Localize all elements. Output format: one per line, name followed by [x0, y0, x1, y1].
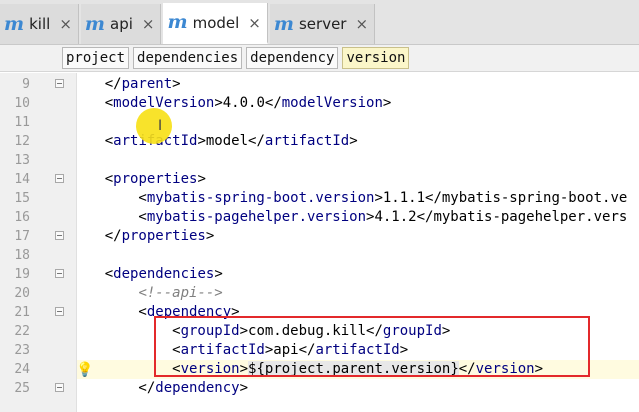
close-icon[interactable]: × — [59, 15, 72, 33]
code-line[interactable]: 11 — [0, 113, 639, 132]
tab-label: api — [110, 15, 133, 33]
breadcrumb-item-version[interactable]: version — [342, 47, 410, 69]
line-number: 11 — [14, 115, 30, 130]
tab-label: model — [192, 13, 240, 32]
code-line[interactable]: 13 — [0, 151, 639, 170]
line-number: 20 — [14, 286, 30, 301]
line-number: 22 — [14, 324, 30, 339]
code-line[interactable]: 12 <artifactId>model</artifactId> — [0, 132, 639, 151]
code-line[interactable]: 19 <dependencies> — [0, 265, 639, 284]
fold-toggle-icon[interactable] — [55, 307, 64, 316]
close-icon[interactable]: × — [142, 15, 155, 33]
code-text: <modelVersion>4.0.0</modelVersion> — [71, 95, 392, 111]
code-text: <dependencies> — [71, 266, 223, 282]
code-text: <mybatis-pagehelper.version>4.1.2</mybat… — [71, 209, 628, 225]
code-line[interactable]: 18 — [0, 246, 639, 265]
breadcrumb-item-project[interactable]: project — [62, 47, 130, 69]
tab-label: server — [298, 15, 347, 33]
line-number: 19 — [14, 267, 30, 282]
maven-file-icon: m — [167, 11, 188, 33]
code-line[interactable]: 9 </parent> — [0, 75, 639, 94]
breadcrumb-item-dependency[interactable]: dependency — [246, 47, 339, 69]
maven-file-icon: m — [273, 12, 294, 35]
maven-file-icon: m — [4, 12, 25, 35]
line-number: 15 — [14, 191, 30, 206]
line-number: 24 — [14, 362, 30, 377]
code-line-background — [77, 246, 639, 265]
code-line[interactable]: 25 </dependency> — [0, 379, 639, 398]
line-number: 21 — [14, 305, 30, 320]
line-number: 13 — [14, 153, 30, 168]
line-number: 14 — [14, 172, 30, 187]
fold-toggle-icon[interactable] — [55, 79, 64, 88]
tab-api[interactable]: m api × — [80, 4, 162, 44]
code-text: </properties> — [71, 228, 215, 244]
text-cursor-icon: I — [158, 118, 163, 134]
line-number: 18 — [14, 248, 30, 263]
line-number: 25 — [14, 381, 30, 396]
code-line[interactable]: 20 <!--api--> — [0, 284, 639, 303]
close-icon[interactable]: × — [355, 15, 368, 33]
code-line[interactable]: 10 <modelVersion>4.0.0</modelVersion> — [0, 94, 639, 113]
code-line[interactable]: 16 <mybatis-pagehelper.version>4.1.2</my… — [0, 208, 639, 227]
code-text: <artifactId>model</artifactId> — [71, 133, 358, 149]
line-number: 10 — [14, 96, 30, 111]
code-editor[interactable]: 9 </parent> 10 <modelVersion>4.0.0</model… — [0, 73, 639, 412]
maven-file-icon: m — [84, 12, 105, 35]
tab-kill[interactable]: m kill × — [0, 4, 79, 44]
code-line[interactable]: 14 <properties> — [0, 170, 639, 189]
breadcrumb-item-dependencies[interactable]: dependencies — [133, 47, 243, 69]
cursor-highlight-marker — [136, 108, 172, 144]
code-text: <properties> — [71, 171, 206, 187]
code-text: <!--api--> — [138, 285, 223, 301]
annotation-highlight-box — [154, 316, 590, 377]
editor-tab-bar: m kill × m api × m model × m server × — [0, 0, 639, 45]
line-number: 17 — [14, 229, 30, 244]
code-line-background — [77, 151, 639, 170]
fold-toggle-icon[interactable] — [55, 269, 64, 278]
fold-toggle-icon[interactable] — [55, 174, 64, 183]
code-text: <mybatis-spring-boot.version>1.1.1</myba… — [71, 190, 628, 206]
line-number: 16 — [14, 210, 30, 225]
code-text: </parent> — [71, 76, 181, 92]
fold-toggle-icon[interactable] — [55, 383, 64, 392]
tab-label: kill — [29, 15, 51, 33]
line-number: 9 — [22, 77, 30, 92]
code-line[interactable]: 17 </properties> — [0, 227, 639, 246]
close-icon[interactable]: × — [248, 14, 261, 32]
line-number: 12 — [14, 134, 30, 149]
code-line[interactable]: 15 <mybatis-spring-boot.version>1.1.1</m… — [0, 189, 639, 208]
fold-toggle-icon[interactable] — [55, 231, 64, 240]
tab-model[interactable]: m model × — [163, 3, 268, 44]
line-number: 23 — [14, 343, 30, 358]
breadcrumb: project dependencies dependency version — [0, 45, 639, 72]
tab-server[interactable]: m server × — [269, 4, 376, 44]
code-text: </dependency> — [71, 380, 249, 396]
